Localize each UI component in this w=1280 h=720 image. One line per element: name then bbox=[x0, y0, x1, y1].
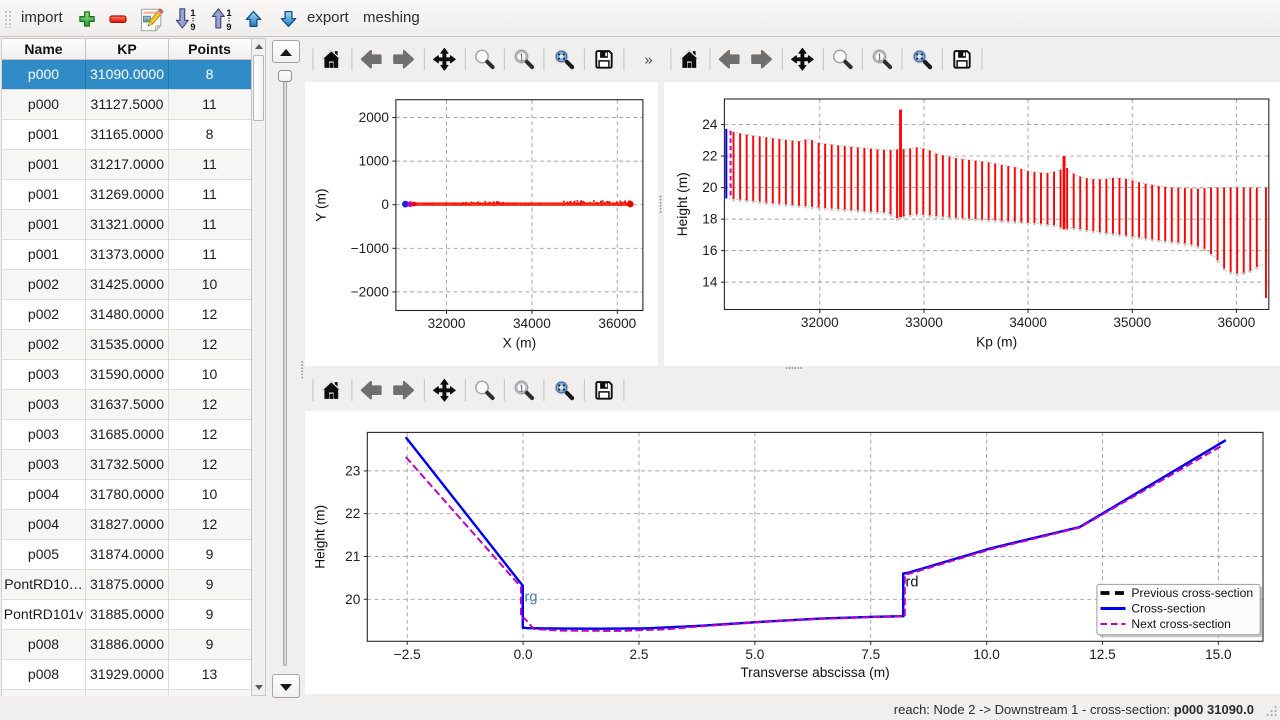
svg-text:2.5: 2.5 bbox=[630, 647, 649, 662]
svg-text:7.5: 7.5 bbox=[861, 647, 880, 662]
svg-text:X (m): X (m) bbox=[503, 336, 536, 351]
svg-text:−2000: −2000 bbox=[351, 284, 390, 299]
svg-text:18: 18 bbox=[702, 212, 717, 227]
svg-text:21: 21 bbox=[345, 549, 360, 564]
svg-text:35000: 35000 bbox=[1113, 315, 1151, 330]
svg-text:12.5: 12.5 bbox=[1089, 647, 1115, 662]
svg-text:0: 0 bbox=[381, 197, 389, 212]
svg-text:Height (m): Height (m) bbox=[313, 505, 328, 569]
svg-text:−2.5: −2.5 bbox=[394, 647, 421, 662]
svg-text:34000: 34000 bbox=[1009, 315, 1047, 330]
svg-text:9: 9 bbox=[190, 22, 195, 32]
svg-text:Previous cross-section: Previous cross-section bbox=[1131, 586, 1253, 600]
svg-text:24: 24 bbox=[702, 117, 718, 132]
svg-text:14: 14 bbox=[702, 275, 718, 290]
svg-text:0.0: 0.0 bbox=[514, 647, 533, 662]
svg-text:32000: 32000 bbox=[801, 315, 839, 330]
svg-text:Height (m): Height (m) bbox=[675, 172, 690, 236]
svg-text:Transverse abscissa (m): Transverse abscissa (m) bbox=[740, 665, 889, 680]
svg-text:22: 22 bbox=[702, 149, 717, 164]
svg-text:1000: 1000 bbox=[359, 154, 390, 169]
svg-text:23: 23 bbox=[345, 463, 360, 478]
svg-text:22: 22 bbox=[345, 506, 360, 521]
svg-text:Cross-section: Cross-section bbox=[1131, 602, 1205, 616]
svg-text:rg: rg bbox=[525, 590, 538, 606]
svg-text:15.0: 15.0 bbox=[1205, 647, 1232, 662]
svg-text:Y (m): Y (m) bbox=[314, 188, 329, 221]
svg-text:−1000: −1000 bbox=[351, 241, 390, 256]
svg-text:2000: 2000 bbox=[359, 110, 390, 125]
svg-text:rd: rd bbox=[906, 575, 919, 591]
svg-text:20: 20 bbox=[702, 180, 718, 195]
svg-text:34000: 34000 bbox=[513, 316, 551, 331]
svg-text:32000: 32000 bbox=[428, 316, 466, 331]
svg-text:36000: 36000 bbox=[1217, 315, 1255, 330]
svg-text:5.0: 5.0 bbox=[745, 647, 764, 662]
svg-text:33000: 33000 bbox=[905, 315, 943, 330]
svg-text:»: » bbox=[644, 51, 652, 68]
svg-text:Kp (m): Kp (m) bbox=[976, 335, 1017, 350]
svg-text:20: 20 bbox=[345, 592, 361, 607]
svg-text:1: 1 bbox=[226, 8, 231, 18]
svg-text:1: 1 bbox=[190, 8, 195, 18]
svg-text:16: 16 bbox=[702, 243, 717, 258]
svg-text:10.0: 10.0 bbox=[973, 647, 1000, 662]
svg-text:9: 9 bbox=[226, 22, 231, 32]
svg-text:Next cross-section: Next cross-section bbox=[1131, 617, 1230, 631]
svg-text:36000: 36000 bbox=[598, 316, 636, 331]
